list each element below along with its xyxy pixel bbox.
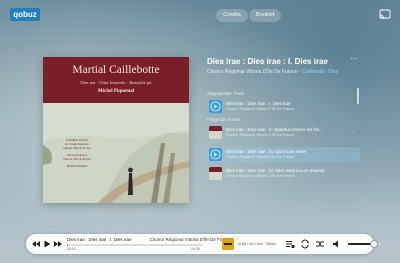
progress-bar[interactable] <box>67 244 203 246</box>
cover-subtitle: Dies iræ · Ultra Jesuitefu · Beautifie p… <box>80 80 152 85</box>
cover-credit-6: Michel Piquemal <box>66 164 88 168</box>
queue-item[interactable]: Dies irae : Dies irae : III. Quid sum mi… <box>207 147 360 162</box>
elapsed-time: 00:01 <box>67 247 76 251</box>
queue-item-title: Dies irae : Dies irae : III. Quid sum mi… <box>226 149 307 154</box>
queue-item[interactable]: Dies irae : Dies irae : IV. Inter oves l… <box>207 166 360 181</box>
queue-selected-label: Abgespielter Track <box>207 91 245 96</box>
queue-item-artist: Choeur Régional Vittoria D'Île De France <box>226 155 295 159</box>
volume-icon[interactable] <box>332 239 342 249</box>
cast-icon[interactable] <box>379 9 391 20</box>
audio-quality: 16-Bit / 44.1 kHz · Stereo <box>237 242 277 246</box>
shuffle-icon[interactable] <box>315 239 325 249</box>
volume-slider[interactable] <box>348 240 382 248</box>
cover-conductor: Michel Piquemal <box>97 89 135 94</box>
cover-painting <box>43 103 189 203</box>
progress-fill <box>67 244 69 246</box>
queue-item-artist: Choeur Régional Vittoria D'Île De France <box>226 174 295 178</box>
next-icon[interactable] <box>53 239 63 249</box>
album-cover[interactable]: Martial Caillebotte Dies iræ · Ultra Jes… <box>43 57 189 203</box>
queue-item-title: Dies irae : Dies irae : II. Quantus trem… <box>226 127 323 132</box>
more-icon[interactable]: ··· <box>348 170 358 176</box>
booklet-button[interactable]: Booklet <box>249 9 281 22</box>
cover-title: Martial Caillebotte <box>72 64 160 76</box>
more-icon[interactable]: ··· <box>348 129 358 135</box>
top-bar: qobuz Credits Booklet <box>0 0 400 30</box>
play-icon[interactable] <box>209 148 222 161</box>
now-playing-artist[interactable]: Choeur Régional Vittoria D'Île De France <box>207 69 297 75</box>
track-thumbnail <box>209 126 222 139</box>
queue-icon[interactable] <box>285 239 295 249</box>
queue-item[interactable]: Dies irae : Dies irae : II. Quantus trem… <box>207 125 360 140</box>
now-playing-composer[interactable]: Caillebotte: Dies <box>302 69 338 75</box>
more-icon[interactable]: ··· <box>348 151 358 157</box>
queue-item-artist: Choeur Régional Vittoria D'Île De France <box>226 107 295 111</box>
cover-credit-3: Vittoria d'Île-de-France <box>62 146 92 150</box>
credits-button[interactable]: Credits <box>216 9 248 22</box>
player-bar: Dies irae : Dies irae : I. Dies irae Cho… <box>26 234 382 254</box>
queue-item-title: Dies irae : Dies irae : I. Dies irae <box>226 101 291 106</box>
queue-item-title: Dies irae : Dies irae : IV. Inter oves l… <box>226 168 325 173</box>
repeat-icon[interactable] <box>300 239 310 249</box>
queue-next-label: Folgende Tracks <box>207 117 241 122</box>
player-track-title[interactable]: Dies irae : Dies irae : I. Dies irae <box>67 237 147 242</box>
cover-credit-5: Vittoria d'Île-de-France <box>62 157 92 161</box>
quality-badge-icon <box>222 238 234 250</box>
play-icon[interactable] <box>42 239 52 249</box>
more-options-icon[interactable]: ··· <box>349 55 359 63</box>
queue-item-artist: Choeur Régional Vittoria D'Île De France <box>226 133 295 137</box>
queue-item[interactable]: Dies irae : Dies irae : I. Dies irae Cho… <box>207 99 360 114</box>
play-icon[interactable] <box>209 100 222 113</box>
volume-knob[interactable] <box>369 240 378 248</box>
total-time: 04:39 <box>191 247 200 251</box>
now-playing-artist-line: Choeur Régional Vittoria D'Île De France… <box>207 69 367 75</box>
previous-icon[interactable] <box>31 239 41 249</box>
player-track-artist[interactable]: Choeur Régional Vittoria D'Île De France <box>141 237 231 242</box>
track-thumbnail <box>209 167 222 180</box>
now-playing-title: Dies irae : Dies irae : I. Dies irae <box>207 57 328 66</box>
qobuz-logo[interactable]: qobuz <box>10 8 40 21</box>
